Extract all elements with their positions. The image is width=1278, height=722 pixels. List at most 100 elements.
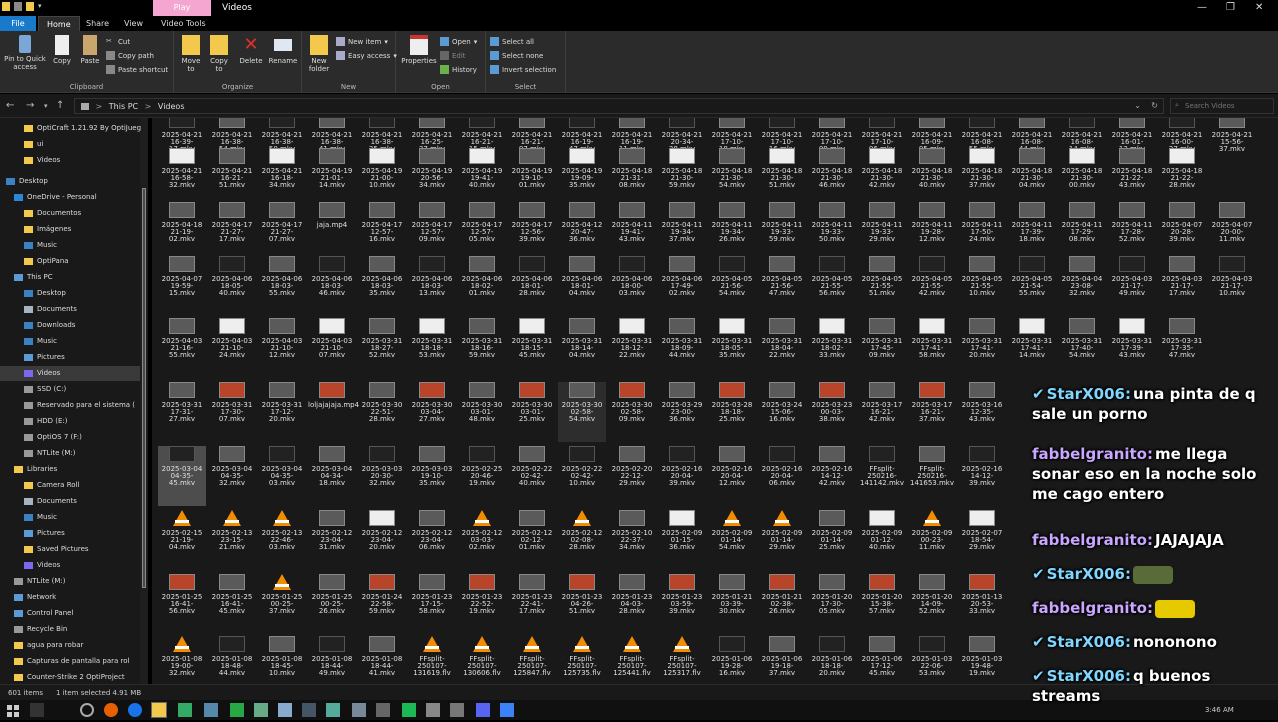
file-item[interactable]: 2025-04-17 12-57-09.mkv — [408, 202, 456, 262]
recent-locations-icon[interactable]: ▾ — [44, 102, 48, 110]
sidebar-item[interactable]: Capturas de pantalla para rol — [0, 654, 140, 669]
sidebar-item[interactable]: OptiOS 7 (F:) — [0, 430, 140, 445]
sidebar-item[interactable]: Music — [0, 238, 140, 253]
close-icon[interactable]: ✕ — [1255, 2, 1263, 13]
file-item[interactable]: 2025-04-03 21-10-12.mkv — [258, 318, 306, 378]
sidebar-item[interactable]: OptiCraft 1.21.92 By OptiJueg — [0, 121, 141, 136]
file-item[interactable]: 2025-04-21 16-58-32.mkv — [158, 148, 206, 208]
sidebar-item[interactable]: Music — [0, 334, 140, 349]
file-item[interactable]: 2025-02-09 01-15-36.mkv — [658, 510, 706, 570]
sidebar-item[interactable]: Control Panel — [0, 606, 140, 621]
file-item[interactable]: 2025-04-19 19-09-35.mkv — [558, 148, 606, 208]
file-item[interactable]: 2025-03-31 17-39-43.mkv — [1108, 318, 1156, 378]
file-item[interactable]: 2025-04-06 17-49-02.mkv — [658, 256, 706, 316]
file-item[interactable]: 2025-04-03 21-16-55.mkv — [158, 318, 206, 378]
select-all-button[interactable]: Select all — [490, 37, 534, 46]
file-item[interactable]: 2025-03-31 17-41-58.mkv — [908, 318, 956, 378]
properties-button[interactable]: Properties — [400, 35, 438, 65]
file-item[interactable]: 2025-01-08 18-45-10.mkv — [258, 636, 306, 684]
file-item[interactable]: 2025-04-05 21-55-10.mkv — [958, 256, 1006, 316]
file-item[interactable]: 2025-04-06 18-01-04.mkv — [558, 256, 606, 316]
file-item[interactable]: 2025-03-31 18-27-52.mkv — [358, 318, 406, 378]
file-item[interactable]: 2025-02-12 23-04-31.mkv — [308, 510, 356, 570]
file-item[interactable]: 2025-01-08 18-44-49.mkv — [308, 636, 356, 684]
file-item[interactable]: 2025-02-16 14-12-42.mkv — [808, 446, 856, 506]
file-item[interactable]: 2025-02-09 01-14-54.mkv — [708, 510, 756, 570]
app-icon[interactable] — [402, 703, 416, 717]
sidebar-item[interactable]: Documentos — [0, 206, 140, 221]
obs-icon[interactable] — [80, 703, 94, 717]
file-item[interactable]: 2025-03-31 18-09-44.mkv — [658, 318, 706, 378]
sidebar-item[interactable]: Videos — [0, 366, 140, 381]
file-item[interactable]: 2025-01-13 20-53-33.mkv — [958, 574, 1006, 634]
file-item[interactable]: FFsplit-250107-125441.flv — [608, 636, 656, 684]
sidebar-item[interactable]: agua para robar — [0, 638, 140, 653]
file-item[interactable]: 2025-01-20 15-38-57.mkv — [858, 574, 906, 634]
file-item[interactable]: 2025-03-28 18-18-25.mkv — [708, 382, 756, 442]
file-item[interactable]: 2025-03-31 17-41-20.mkv — [958, 318, 1006, 378]
file-item[interactable]: 2025-01-25 00-25-26.mkv — [308, 574, 356, 634]
app-icon[interactable] — [302, 703, 316, 717]
file-item[interactable]: 2025-01-23 22-52-19.mkv — [458, 574, 506, 634]
tab-view[interactable]: View — [116, 16, 151, 31]
file-item[interactable]: 2025-03-31 18-18-53.mkv — [408, 318, 456, 378]
history-button[interactable]: History — [440, 65, 477, 74]
sidebar-item[interactable]: Desktop — [0, 286, 140, 301]
file-item[interactable]: FFsplit-250107-125735.flv — [558, 636, 606, 684]
cut-button[interactable]: ✂ Cut — [106, 37, 130, 46]
file-item[interactable]: 2025-03-30 02-58-54.mkv — [558, 382, 606, 442]
file-item[interactable]: 2025-03-30 03-04-27.mkv — [408, 382, 456, 442]
file-item[interactable]: 2025-01-06 17-12-45.mkv — [858, 636, 906, 684]
file-item[interactable]: 2025-03-16 12-35-43.mkv — [958, 382, 1006, 442]
file-item[interactable]: 2025-03-04 04-34-18.mkv — [308, 446, 356, 506]
new-item-button[interactable]: New item ▾ — [336, 37, 388, 46]
open-button[interactable]: Open ▾ — [440, 37, 477, 46]
file-item[interactable]: 2025-04-18 21-22-28.mkv — [1158, 148, 1206, 208]
file-item[interactable]: 2025-04-18 21-30-54.mkv — [708, 148, 756, 208]
easy-access-button[interactable]: Easy access ▾ — [336, 51, 397, 60]
sidebar-item[interactable]: Pictures — [0, 526, 140, 541]
file-item[interactable]: 2025-04-19 21-00-10.mkv — [358, 148, 406, 208]
file-item[interactable]: 2025-01-20 17-30-05.mkv — [808, 574, 856, 634]
file-item[interactable]: 2025-03-04 04-35-03.mkv — [258, 446, 306, 506]
app-icon[interactable] — [230, 703, 244, 717]
file-item[interactable]: 2025-02-09 01-14-25.mkv — [808, 510, 856, 570]
app-icon[interactable] — [450, 703, 464, 717]
file-item[interactable]: 2025-04-11 17-29-08.mkv — [1058, 202, 1106, 262]
file-item[interactable]: 2025-01-23 04-03-28.mkv — [608, 574, 656, 634]
file-item[interactable]: 2025-03-04 04-35-32.mkv — [208, 446, 256, 506]
firefox-icon[interactable] — [104, 703, 118, 717]
paste-button[interactable]: Paste — [78, 35, 102, 65]
file-item[interactable]: loljajajaja.mp4 — [308, 382, 359, 442]
file-item[interactable]: 2025-03-31 17-45-09.mkv — [858, 318, 906, 378]
sidebar-item[interactable]: OptiPana — [0, 254, 140, 269]
file-item[interactable]: 2025-04-03 21-17-49.mkv — [1108, 256, 1156, 316]
file-item[interactable]: 2025-04-06 18-01-28.mkv — [508, 256, 556, 316]
sidebar-item[interactable]: Pictures — [0, 350, 140, 365]
file-item[interactable]: 2025-01-23 04-26-51.mkv — [558, 574, 606, 634]
file-item[interactable]: 2025-04-11 19-34-37.mkv — [658, 202, 706, 262]
sidebar-item[interactable]: Libraries — [0, 462, 140, 477]
file-item[interactable]: 2025-04-03 21-10-07.mkv — [308, 318, 356, 378]
file-item[interactable]: 2025-02-09 00-23-11.mkv — [908, 510, 956, 570]
file-item[interactable]: 2025-03-30 03-01-25.mkv — [508, 382, 556, 442]
file-item[interactable]: 2025-02-12 23-04-20.mkv — [358, 510, 406, 570]
app-icon[interactable] — [326, 703, 340, 717]
file-item[interactable]: 2025-02-13 23-15-21.mkv — [208, 510, 256, 570]
new-folder-qat-icon[interactable] — [26, 2, 34, 11]
sidebar-item[interactable]: Documents — [0, 494, 140, 509]
file-item[interactable]: 2025-01-08 18-48-44.mkv — [208, 636, 256, 684]
file-item[interactable]: 2025-01-08 19-00-32.mkv — [158, 636, 206, 684]
file-item[interactable]: jaja.mp4 — [308, 202, 356, 262]
file-item[interactable]: 2025-04-18 21-30-00.mkv — [1058, 148, 1106, 208]
file-item[interactable]: 2025-04-19 19-41-40.mkv — [458, 148, 506, 208]
delete-button[interactable]: ✕ Delete — [238, 35, 264, 66]
file-item[interactable]: 2025-02-25 20-46-19.mkv — [458, 446, 506, 506]
file-item[interactable]: 2025-04-03 21-17-17.mkv — [1158, 256, 1206, 316]
file-item[interactable]: 2025-03-30 03-01-48.mkv — [458, 382, 506, 442]
edit-button[interactable]: Edit — [440, 51, 466, 60]
file-item[interactable]: 2025-02-16 20-04-06.mkv — [758, 446, 806, 506]
sidebar-item[interactable]: SSD (C:) — [0, 382, 140, 397]
start-icon[interactable] — [6, 703, 20, 717]
file-item[interactable]: 2025-04-17 12-57-16.mkv — [358, 202, 406, 262]
